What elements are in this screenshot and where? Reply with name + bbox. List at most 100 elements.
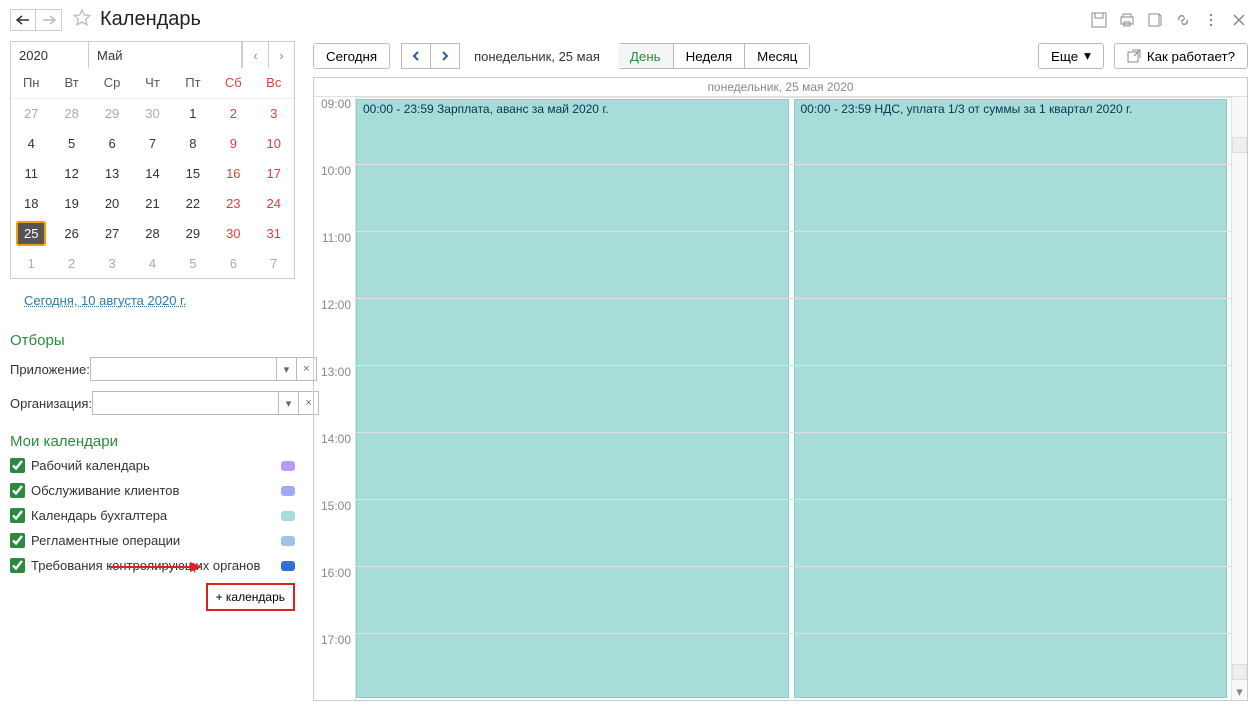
mini-cal-day[interactable]: 31: [254, 218, 294, 248]
page-icon[interactable]: [1146, 11, 1164, 29]
view-day-button[interactable]: День: [618, 43, 674, 69]
mini-cal-day[interactable]: 30: [132, 98, 172, 128]
mini-cal-day[interactable]: 20: [92, 188, 132, 218]
mini-cal-day[interactable]: 13: [92, 158, 132, 188]
mini-cal-day[interactable]: 19: [51, 188, 91, 218]
mini-cal-next[interactable]: ›: [268, 42, 294, 68]
today-button[interactable]: Сегодня: [313, 43, 390, 69]
hour-label: 09:00: [314, 97, 355, 164]
nav-forward-button[interactable]: [36, 9, 62, 31]
mini-cal-day[interactable]: 1: [11, 248, 51, 278]
external-icon: [1127, 49, 1141, 63]
prev-day-button[interactable]: [401, 43, 431, 69]
mini-cal-day[interactable]: 2: [51, 248, 91, 278]
mini-cal-day[interactable]: 14: [132, 158, 172, 188]
mycals-title: Мои календари: [10, 433, 295, 450]
mini-cal-day[interactable]: 28: [132, 218, 172, 248]
calendar-checkbox[interactable]: [10, 483, 25, 498]
mini-cal-day[interactable]: 29: [92, 98, 132, 128]
mini-cal-day[interactable]: 6: [92, 128, 132, 158]
mini-cal-day[interactable]: 4: [132, 248, 172, 278]
scroll-down-icon[interactable]: ▾: [1232, 684, 1247, 700]
more-button-label: Еще: [1051, 49, 1078, 64]
mini-cal-day[interactable]: 3: [254, 98, 294, 128]
day-header: понедельник, 25 мая 2020: [314, 78, 1247, 97]
mini-cal-dow: Пн: [11, 68, 51, 98]
mini-cal-year[interactable]: 2020: [11, 42, 89, 68]
mini-cal-day[interactable]: 15: [173, 158, 213, 188]
mini-cal-day[interactable]: 17: [254, 158, 294, 188]
mini-cal-day[interactable]: 10: [254, 128, 294, 158]
mini-cal-day[interactable]: 23: [213, 188, 253, 218]
mini-cal-day[interactable]: 18: [11, 188, 51, 218]
scrollbar[interactable]: ▾: [1231, 97, 1247, 700]
filter-app-input[interactable]: [90, 357, 277, 381]
mini-cal-day[interactable]: 27: [92, 218, 132, 248]
close-icon[interactable]: [1230, 11, 1248, 29]
mini-cal-day[interactable]: 5: [51, 128, 91, 158]
filter-app-label: Приложение:: [10, 362, 90, 377]
calendar-item: Календарь бухгалтера: [10, 508, 295, 523]
mini-cal-day[interactable]: 21: [132, 188, 172, 218]
sidebar: 2020 Май ‹ › ПнВтСрЧтПтСбВс 272829301234…: [10, 41, 295, 701]
calendar-swatch: [281, 511, 295, 521]
mini-cal-day[interactable]: 9: [213, 128, 253, 158]
mini-cal-day[interactable]: 6: [213, 248, 253, 278]
mini-cal-day[interactable]: 27: [11, 98, 51, 128]
help-button[interactable]: Как работает?: [1114, 43, 1248, 69]
mini-cal-day[interactable]: 30: [213, 218, 253, 248]
favorite-star-icon[interactable]: [72, 8, 92, 31]
mini-cal-day[interactable]: 5: [173, 248, 213, 278]
mini-cal-day[interactable]: 8: [173, 128, 213, 158]
mini-cal-day[interactable]: 2: [213, 98, 253, 128]
mini-cal-day[interactable]: 29: [173, 218, 213, 248]
view-month-button[interactable]: Месяц: [744, 43, 810, 69]
next-day-button[interactable]: [430, 43, 460, 69]
mini-cal-day[interactable]: 12: [51, 158, 91, 188]
mini-cal-prev[interactable]: ‹: [242, 42, 268, 68]
event-item[interactable]: 00:00 - 23:59 Зарплата, аванс за май 202…: [356, 99, 789, 698]
add-calendar-button[interactable]: + календарь: [206, 583, 295, 611]
mini-cal-day[interactable]: 1: [173, 98, 213, 128]
event-item[interactable]: 00:00 - 23:59 НДС, уплата 1/3 от суммы з…: [794, 99, 1227, 698]
toolbar-date: понедельник, 25 мая: [474, 49, 600, 64]
filter-org-input[interactable]: [92, 391, 279, 415]
mini-cal-day[interactable]: 7: [254, 248, 294, 278]
link-icon[interactable]: [1174, 11, 1192, 29]
help-button-label: Как работает?: [1147, 49, 1235, 64]
calendar-checkbox[interactable]: [10, 558, 25, 573]
filter-app-drop[interactable]: ▾: [277, 357, 297, 381]
print-icon[interactable]: [1118, 11, 1136, 29]
mini-calendar: 2020 Май ‹ › ПнВтСрЧтПтСбВс 272829301234…: [10, 41, 295, 279]
title-actions: [1090, 11, 1248, 29]
calendar-swatch: [281, 461, 295, 471]
scroll-thumb[interactable]: [1232, 664, 1247, 680]
events-column[interactable]: 00:00 - 23:59 Зарплата, аванс за май 202…: [356, 97, 1231, 700]
mini-cal-day[interactable]: 26: [51, 218, 91, 248]
mini-cal-day[interactable]: 3: [92, 248, 132, 278]
calendar-item: Рабочий календарь: [10, 458, 295, 473]
calendar-checkbox[interactable]: [10, 508, 25, 523]
calendar-checkbox[interactable]: [10, 458, 25, 473]
nav-back-button[interactable]: [10, 9, 36, 31]
mini-cal-dow: Вт: [51, 68, 91, 98]
mini-cal-day[interactable]: 16: [213, 158, 253, 188]
more-button[interactable]: Еще ▾: [1038, 43, 1104, 69]
view-week-button[interactable]: Неделя: [673, 43, 746, 69]
mini-cal-month[interactable]: Май: [89, 42, 242, 68]
save-icon[interactable]: [1090, 11, 1108, 29]
mini-cal-day[interactable]: 22: [173, 188, 213, 218]
mini-cal-day[interactable]: 28: [51, 98, 91, 128]
scroll-thumb[interactable]: [1232, 137, 1247, 153]
filter-org-drop[interactable]: ▾: [279, 391, 299, 415]
chevron-down-icon: ▾: [1084, 48, 1091, 64]
mini-cal-day[interactable]: 4: [11, 128, 51, 158]
mini-cal-day[interactable]: 7: [132, 128, 172, 158]
more-icon[interactable]: [1202, 11, 1220, 29]
calendar-item: Обслуживание клиентов: [10, 483, 295, 498]
mini-cal-day[interactable]: 24: [254, 188, 294, 218]
mini-cal-day[interactable]: 25: [11, 218, 51, 248]
today-link[interactable]: Сегодня, 10 августа 2020 г.: [24, 293, 187, 308]
calendar-checkbox[interactable]: [10, 533, 25, 548]
mini-cal-day[interactable]: 11: [11, 158, 51, 188]
